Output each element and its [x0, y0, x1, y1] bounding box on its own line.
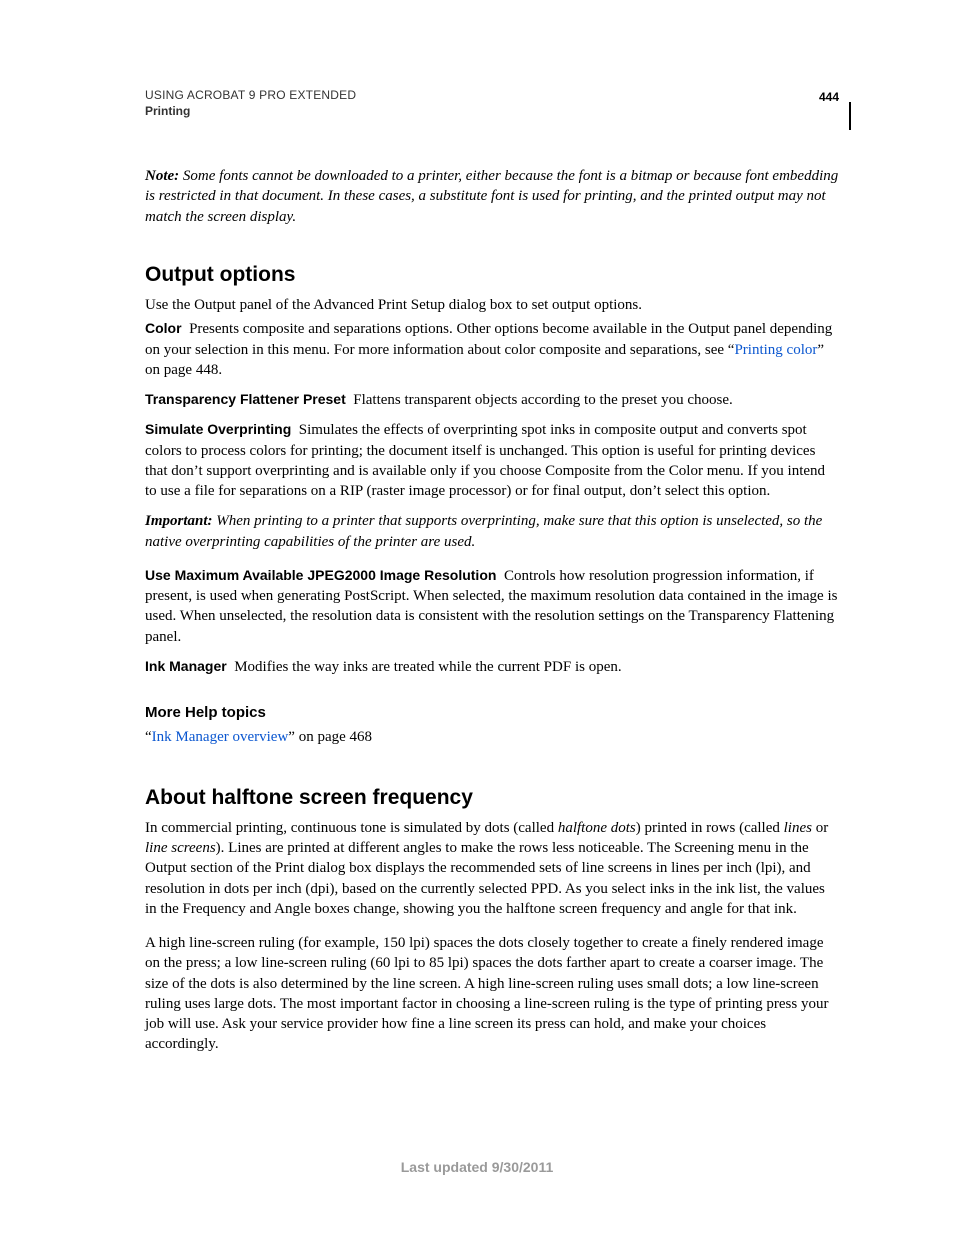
color-text-a: Presents composite and separations optio… — [145, 321, 832, 357]
last-updated: Last updated 9/30/2011 — [401, 1159, 554, 1175]
link-printing-color[interactable]: Printing color — [734, 342, 817, 358]
note-paragraph: Note: Some fonts cannot be downloaded to… — [145, 166, 839, 227]
halftone-p1-a: In commercial printing, continuous tone … — [145, 820, 558, 836]
output-options-intro: Use the Output panel of the Advanced Pri… — [145, 295, 839, 315]
heading-output-options: Output options — [145, 261, 839, 289]
halftone-p1-d: lines — [784, 820, 812, 836]
halftone-p1-g: ). Lines are printed at different angles… — [145, 840, 825, 917]
def-transparency-flattener: Transparency Flattener Preset Flattens t… — [145, 390, 839, 410]
def-simulate-overprinting: Simulate Overprinting Simulates the effe… — [145, 420, 839, 501]
note-text: Some fonts cannot be downloaded to a pri… — [145, 168, 838, 225]
halftone-p1-c: ) printed in rows (called — [636, 820, 784, 836]
def-color: Color Presents composite and separations… — [145, 319, 839, 380]
term-transparency-flattener: Transparency Flattener Preset — [145, 391, 346, 407]
body: Note: Some fonts cannot be downloaded to… — [145, 166, 839, 1055]
note-label: Note: — [145, 168, 179, 184]
heading-more-help: More Help topics — [145, 703, 839, 723]
page-number-block: 444 — [819, 88, 839, 106]
important-label: Important: — [145, 513, 213, 529]
header-rule — [849, 102, 851, 130]
def-ink-manager: Ink Manager Modifies the way inks are tr… — [145, 657, 839, 677]
ink-manager-text: Modifies the way inks are treated while … — [234, 659, 621, 675]
important-text: When printing to a printer that supports… — [145, 513, 822, 549]
halftone-p2: A high line-screen ruling (for example, … — [145, 933, 839, 1055]
footer: Last updated 9/30/2011 — [0, 1159, 954, 1175]
halftone-p1-e: or — [812, 820, 828, 836]
help-quote-open: “ — [145, 729, 152, 745]
heading-halftone: About halftone screen frequency — [145, 784, 839, 812]
halftone-p1-f: line screens — [145, 840, 216, 856]
term-color: Color — [145, 320, 182, 336]
help-quote-close: ” on page 468 — [288, 729, 372, 745]
page-header: 444 USING ACROBAT 9 PRO EXTENDED Printin… — [145, 88, 839, 118]
page-number: 444 — [819, 90, 839, 104]
term-simulate-overprinting: Simulate Overprinting — [145, 421, 291, 437]
transparency-flattener-text: Flattens transparent objects according t… — [353, 392, 732, 408]
important-paragraph: Important: When printing to a printer th… — [145, 511, 839, 552]
section-name: Printing — [145, 104, 839, 118]
doc-title: USING ACROBAT 9 PRO EXTENDED — [145, 88, 839, 102]
link-ink-manager-overview[interactable]: Ink Manager overview — [152, 729, 289, 745]
term-jpeg2000: Use Maximum Available JPEG2000 Image Res… — [145, 567, 496, 583]
more-help-line: “Ink Manager overview” on page 468 — [145, 727, 839, 747]
def-jpeg2000: Use Maximum Available JPEG2000 Image Res… — [145, 566, 839, 647]
term-ink-manager: Ink Manager — [145, 658, 227, 674]
halftone-p1-b: halftone dots — [558, 820, 636, 836]
document-page: 444 USING ACROBAT 9 PRO EXTENDED Printin… — [0, 0, 954, 1235]
halftone-p1: In commercial printing, continuous tone … — [145, 818, 839, 919]
